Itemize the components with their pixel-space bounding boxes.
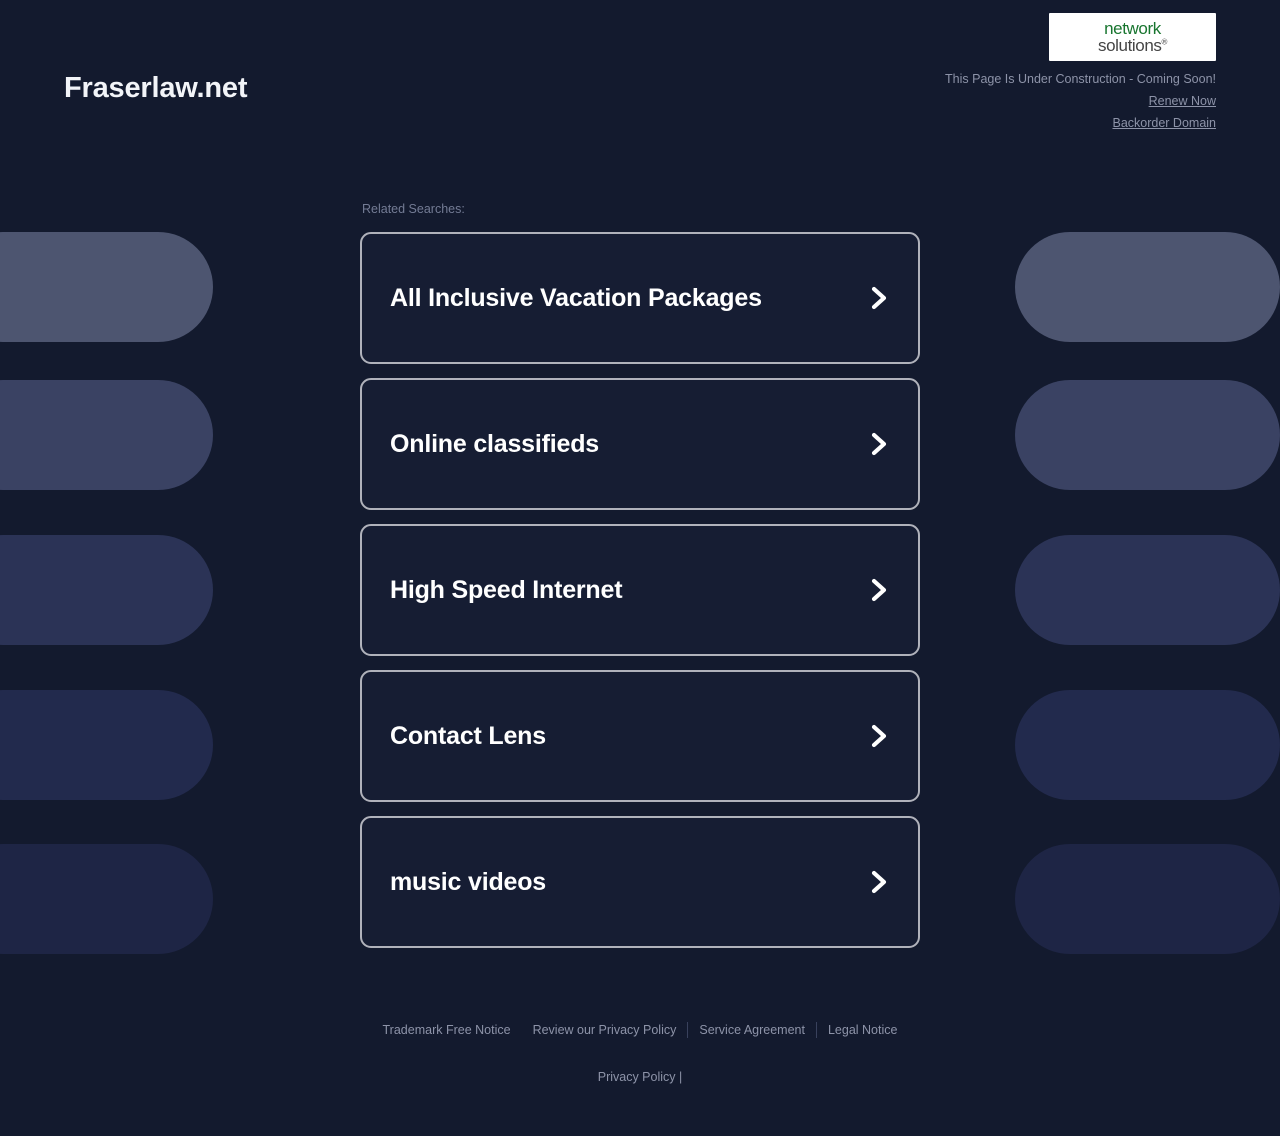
renew-now-link[interactable]: Renew Now bbox=[945, 90, 1216, 112]
footer-link-legal-notice[interactable]: Legal Notice bbox=[817, 1023, 909, 1037]
search-result-card[interactable]: music videos bbox=[360, 816, 920, 948]
decorative-pill bbox=[1015, 232, 1280, 342]
decorative-pill bbox=[0, 690, 213, 800]
page-header: Fraserlaw.net network solutions® This Pa… bbox=[0, 0, 1280, 148]
page-title: Fraserlaw.net bbox=[64, 72, 248, 104]
footer-bottom-line: Privacy Policy | bbox=[0, 1070, 1280, 1084]
footer-link-service-agreement[interactable]: Service Agreement bbox=[688, 1023, 816, 1037]
search-result-card[interactable]: Contact Lens bbox=[360, 670, 920, 802]
logo-solutions-text: solutions bbox=[1098, 36, 1162, 55]
footer-link-review-privacy-policy[interactable]: Review our Privacy Policy bbox=[522, 1023, 688, 1037]
footer-link-trademark-free-notice[interactable]: Trademark Free Notice bbox=[372, 1023, 522, 1037]
decorative-pill bbox=[0, 844, 213, 954]
decorative-pill bbox=[0, 232, 213, 342]
decorative-pill bbox=[1015, 380, 1280, 490]
header-notice-block: This Page Is Under Construction - Coming… bbox=[945, 68, 1216, 134]
search-result-label: All Inclusive Vacation Packages bbox=[390, 283, 762, 312]
main-content: Related Searches: All Inclusive Vacation… bbox=[360, 148, 920, 948]
chevron-right-icon bbox=[868, 577, 892, 603]
search-result-label: High Speed Internet bbox=[390, 575, 623, 604]
logo-line-network: network bbox=[1104, 19, 1161, 38]
chevron-right-icon bbox=[868, 285, 892, 311]
related-searches-label: Related Searches: bbox=[362, 202, 465, 216]
search-result-card[interactable]: All Inclusive Vacation Packages bbox=[360, 232, 920, 364]
decorative-pill bbox=[1015, 844, 1280, 954]
page-footer: Trademark Free Notice Review our Privacy… bbox=[0, 1022, 1280, 1084]
search-result-card[interactable]: High Speed Internet bbox=[360, 524, 920, 656]
footer-link-list: Trademark Free Notice Review our Privacy… bbox=[0, 1022, 1280, 1038]
decorative-pill bbox=[1015, 535, 1280, 645]
decorative-pill bbox=[0, 380, 213, 490]
footer-link-privacy-policy[interactable]: Privacy Policy | bbox=[598, 1070, 683, 1084]
search-result-label: Contact Lens bbox=[390, 721, 546, 750]
logo-line-solutions: solutions® bbox=[1098, 37, 1167, 54]
chevron-right-icon bbox=[868, 431, 892, 457]
network-solutions-logo: network solutions® bbox=[1049, 13, 1216, 61]
decorative-pill bbox=[0, 535, 213, 645]
search-result-label: Online classifieds bbox=[390, 429, 599, 458]
chevron-right-icon bbox=[868, 723, 892, 749]
decorative-pill bbox=[1015, 690, 1280, 800]
search-result-card[interactable]: Online classifieds bbox=[360, 378, 920, 510]
registered-mark-icon: ® bbox=[1161, 37, 1168, 47]
under-construction-text: This Page Is Under Construction - Coming… bbox=[945, 72, 1216, 86]
backorder-domain-link[interactable]: Backorder Domain bbox=[945, 112, 1216, 134]
search-result-label: music videos bbox=[390, 867, 546, 896]
chevron-right-icon bbox=[868, 869, 892, 895]
